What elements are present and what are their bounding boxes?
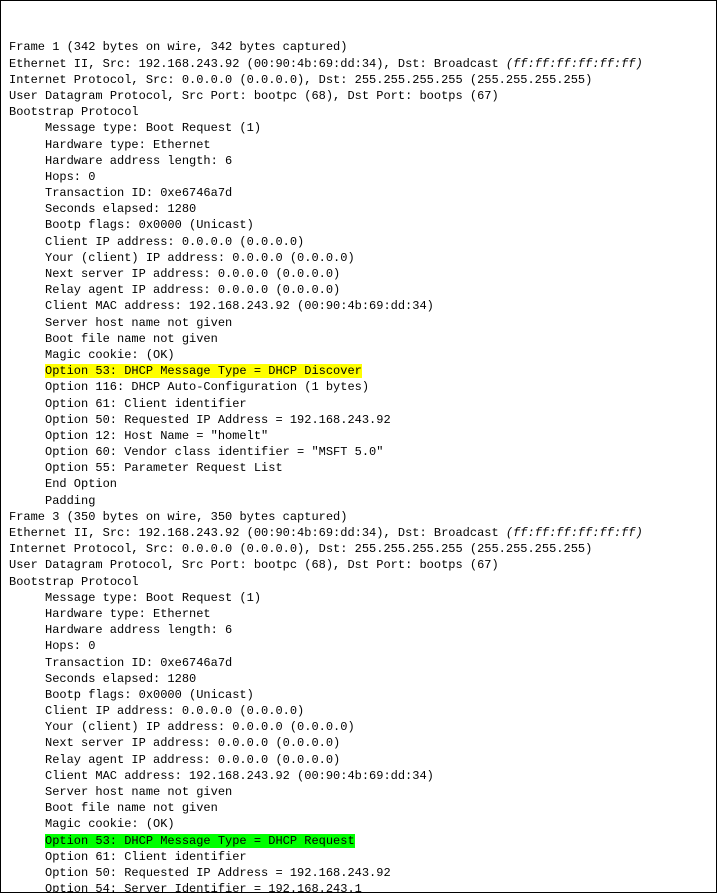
packet-line: Relay agent IP address: 0.0.0.0 (0.0.0.0… [9,282,708,298]
packet-line: Option 50: Requested IP Address = 192.16… [9,865,708,881]
packet-line: Bootstrap Protocol [9,574,708,590]
packet-line: Transaction ID: 0xe6746a7d [9,655,708,671]
packet-line: Hardware address length: 6 [9,622,708,638]
packet-line: Hops: 0 [9,638,708,654]
packet-line: Message type: Boot Request (1) [9,590,708,606]
packet-line: End Option [9,476,708,492]
packet-line: Client MAC address: 192.168.243.92 (00:9… [9,768,708,784]
mac-address-italic: (ff:ff:ff:ff:ff:ff) [506,57,643,71]
packet-line: Transaction ID: 0xe6746a7d [9,185,708,201]
packet-line: Magic cookie: (OK) [9,347,708,363]
packet-line: Magic cookie: (OK) [9,816,708,832]
packet-line: Option 50: Requested IP Address = 192.16… [9,412,708,428]
packet-line: Server host name not given [9,784,708,800]
packet-line: Ethernet II, Src: 192.168.243.92 (00:90:… [9,525,708,541]
packet-line: User Datagram Protocol, Src Port: bootpc… [9,557,708,573]
packet-line: Hardware address length: 6 [9,153,708,169]
packet-line: Your (client) IP address: 0.0.0.0 (0.0.0… [9,250,708,266]
mac-address-italic: (ff:ff:ff:ff:ff:ff) [506,526,643,540]
packet-capture-document: Frame 1 (342 bytes on wire, 342 bytes ca… [0,0,717,893]
highlighted-option: Option 53: DHCP Message Type = DHCP Disc… [45,364,362,378]
packet-line: Option 53: DHCP Message Type = DHCP Requ… [9,833,708,849]
packet-line: Bootp flags: 0x0000 (Unicast) [9,217,708,233]
packet-line: Option 116: DHCP Auto-Configuration (1 b… [9,379,708,395]
packet-line: Hardware type: Ethernet [9,137,708,153]
packet-line: Next server IP address: 0.0.0.0 (0.0.0.0… [9,735,708,751]
packet-line: Frame 1 (342 bytes on wire, 342 bytes ca… [9,39,708,55]
packet-line: Option 55: Parameter Request List [9,460,708,476]
packet-line: Server host name not given [9,315,708,331]
packet-line: Seconds elapsed: 1280 [9,671,708,687]
packet-line: Frame 3 (350 bytes on wire, 350 bytes ca… [9,509,708,525]
packet-line: Padding [9,493,708,509]
packet-text: Frame 1 (342 bytes on wire, 342 bytes ca… [9,39,708,893]
packet-line: Boot file name not given [9,800,708,816]
packet-line: Option 12: Host Name = "homelt" [9,428,708,444]
highlighted-option: Option 53: DHCP Message Type = DHCP Requ… [45,834,355,848]
packet-line: Next server IP address: 0.0.0.0 (0.0.0.0… [9,266,708,282]
packet-line: Hops: 0 [9,169,708,185]
packet-line: Boot file name not given [9,331,708,347]
packet-line: Bootp flags: 0x0000 (Unicast) [9,687,708,703]
packet-line: Your (client) IP address: 0.0.0.0 (0.0.0… [9,719,708,735]
packet-line: Option 61: Client identifier [9,849,708,865]
packet-line: Bootstrap Protocol [9,104,708,120]
packet-line: Option 60: Vendor class identifier = "MS… [9,444,708,460]
packet-line: Internet Protocol, Src: 0.0.0.0 (0.0.0.0… [9,541,708,557]
packet-line: Message type: Boot Request (1) [9,120,708,136]
packet-line: Relay agent IP address: 0.0.0.0 (0.0.0.0… [9,752,708,768]
packet-line: Ethernet II, Src: 192.168.243.92 (00:90:… [9,56,708,72]
packet-line: Seconds elapsed: 1280 [9,201,708,217]
packet-line: Option 61: Client identifier [9,396,708,412]
packet-line: Client MAC address: 192.168.243.92 (00:9… [9,298,708,314]
packet-line: Option 53: DHCP Message Type = DHCP Disc… [9,363,708,379]
packet-line: Hardware type: Ethernet [9,606,708,622]
packet-line: Option 54: Server Identifier = 192.168.2… [9,881,708,893]
packet-line: Internet Protocol, Src: 0.0.0.0 (0.0.0.0… [9,72,708,88]
packet-line: User Datagram Protocol, Src Port: bootpc… [9,88,708,104]
packet-line: Client IP address: 0.0.0.0 (0.0.0.0) [9,703,708,719]
packet-line: Client IP address: 0.0.0.0 (0.0.0.0) [9,234,708,250]
